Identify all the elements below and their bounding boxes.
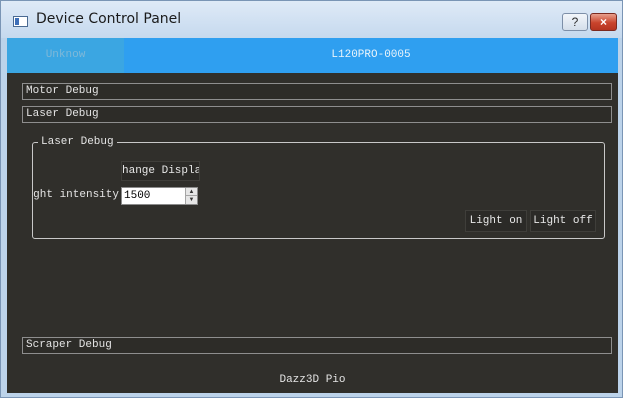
- spin-up-arrow-icon[interactable]: ▲: [185, 188, 197, 196]
- laser-debug-group: Laser Debug hange Displa ght intensity 1…: [32, 135, 605, 239]
- light-on-button[interactable]: Light on: [465, 210, 527, 232]
- tab-unknow[interactable]: Unknow: [7, 38, 124, 73]
- window-title: Device Control Panel: [36, 11, 182, 27]
- title-bar[interactable]: Device Control Panel ? ×: [1, 1, 622, 38]
- close-button[interactable]: ×: [590, 13, 617, 31]
- scraper-debug-section[interactable]: Scraper Debug: [22, 337, 612, 354]
- help-button[interactable]: ?: [562, 13, 588, 31]
- content-panel: Unknow L120PRO-0005 Motor Debug Laser De…: [7, 38, 618, 393]
- change-display-button[interactable]: hange Displa: [121, 161, 200, 181]
- device-control-window: Device Control Panel ? × Unknow L120PRO-…: [0, 0, 623, 398]
- light-intensity-spinbox[interactable]: 1500 ▲ ▼: [121, 187, 198, 205]
- footer-brand: Dazz3D Pio: [279, 374, 346, 386]
- spinbox-value: 1500: [124, 190, 151, 202]
- tab-device[interactable]: L120PRO-0005: [124, 38, 618, 73]
- group-title: Laser Debug: [38, 135, 117, 149]
- laser-debug-section[interactable]: Laser Debug: [22, 106, 612, 123]
- app-window-icon: [13, 16, 28, 27]
- motor-debug-section[interactable]: Motor Debug: [22, 83, 612, 100]
- device-tab-bar: Unknow L120PRO-0005: [7, 38, 618, 73]
- spin-down-arrow-icon[interactable]: ▼: [185, 196, 197, 204]
- light-off-button[interactable]: Light off: [530, 210, 596, 232]
- light-intensity-label: ght intensity: [33, 189, 119, 201]
